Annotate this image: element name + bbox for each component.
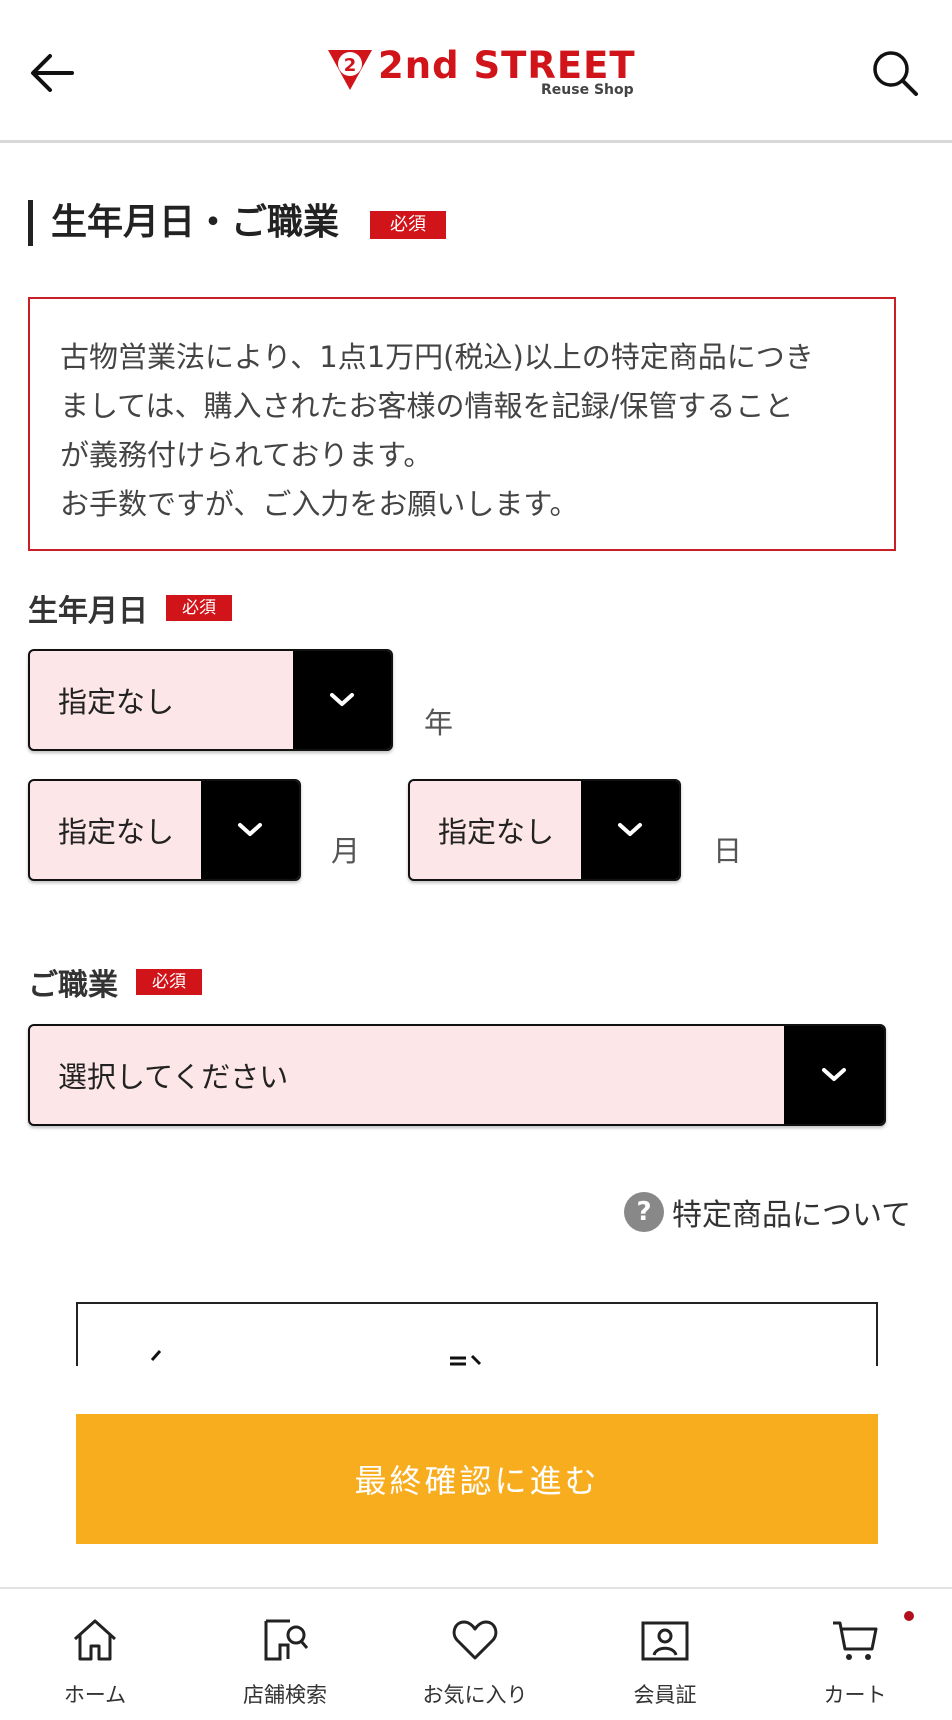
section-title-text: 生年月日・ご職業 xyxy=(51,202,340,243)
brand-logo[interactable]: 2 2nd STREET Reuse Shop xyxy=(326,44,635,104)
nav-item-cart[interactable]: カート xyxy=(760,1589,950,1720)
chevron-down-icon[interactable] xyxy=(293,651,391,749)
logo-subtext: Reuse Shop xyxy=(541,82,634,98)
svg-text:2: 2 xyxy=(344,55,357,76)
arrow-left-icon[interactable] xyxy=(28,48,78,98)
nav-label-home: ホーム xyxy=(63,1683,127,1707)
help-link-label: 特定商品について xyxy=(672,1198,912,1233)
bottom-navigation: ホーム 店舗検索 お気に入り 会員証 カート xyxy=(0,1587,952,1720)
notice-line: が義務付けられております。 xyxy=(60,438,433,472)
occupation-label-row: ご職業 必須 xyxy=(28,960,202,1004)
chevron-down-icon[interactable] xyxy=(784,1026,884,1124)
specific-products-help-link[interactable]: ? 特定商品について xyxy=(624,1190,911,1234)
birth-year-select[interactable]: 指定なし xyxy=(28,649,393,751)
nav-label-cart: カート xyxy=(823,1683,887,1707)
birth-year-value: 指定なし xyxy=(58,685,175,719)
cropped-glyphs xyxy=(150,1350,482,1366)
nav-label-store-search: 店舗検索 xyxy=(243,1683,327,1707)
occupation-select[interactable]: 選択してください xyxy=(28,1024,886,1126)
logo-text: 2nd STREET xyxy=(378,44,636,87)
month-unit: 月 xyxy=(331,834,361,868)
partial-content-box xyxy=(76,1302,878,1366)
birth-day-select[interactable]: 指定なし xyxy=(408,779,681,881)
heart-icon xyxy=(452,1620,498,1660)
store-search-icon xyxy=(264,1619,309,1661)
notice-line: お手数ですが、ご入力をお願いします。 xyxy=(60,487,579,521)
birth-day-value: 指定なし xyxy=(438,815,555,849)
day-unit: 日 xyxy=(713,834,743,868)
cart-icon xyxy=(833,1621,878,1660)
occupation-label: ご職業 xyxy=(28,968,118,1003)
logo-badge-icon: 2 xyxy=(328,50,372,90)
cart-notification-dot xyxy=(904,1611,914,1621)
notice-line: ましては、購入されたお客様の情報を記録/保管すること xyxy=(60,389,794,423)
nav-item-member-card[interactable]: 会員証 xyxy=(570,1589,760,1720)
birthday-label-row: 生年月日 必須 xyxy=(28,586,232,630)
required-badge: 必須 xyxy=(166,595,232,621)
birth-month-select[interactable]: 指定なし xyxy=(28,779,301,881)
required-badge: 必須 xyxy=(136,969,202,995)
nav-item-home[interactable]: ホーム xyxy=(0,1589,190,1720)
question-icon: ? xyxy=(624,1192,664,1232)
year-unit: 年 xyxy=(424,706,454,740)
page-title: 生年月日・ご職業 xyxy=(28,200,339,246)
home-icon xyxy=(73,1619,117,1661)
search-icon[interactable] xyxy=(870,48,920,98)
birthday-label: 生年月日 xyxy=(28,594,148,629)
nav-label-member-card: 会員証 xyxy=(633,1683,697,1707)
nav-item-store-search[interactable]: 店舗検索 xyxy=(190,1589,380,1720)
birth-month-value: 指定なし xyxy=(58,815,175,849)
proceed-to-final-confirmation-button[interactable]: 最終確認に進む xyxy=(76,1414,878,1544)
occupation-value: 選択してください xyxy=(58,1060,289,1094)
required-badge: 必須 xyxy=(370,211,446,239)
legal-notice-box: 古物営業法により、1点1万円(税込)以上の特定商品につき ましては、購入されたお… xyxy=(28,297,896,551)
notice-line: 古物営業法により、1点1万円(税込)以上の特定商品につき xyxy=(60,340,814,374)
chevron-down-icon[interactable] xyxy=(201,781,299,879)
nav-item-favorites[interactable]: お気に入り xyxy=(380,1589,570,1720)
member-card-icon xyxy=(641,1621,689,1661)
nav-label-favorites: お気に入り xyxy=(422,1683,528,1707)
chevron-down-icon[interactable] xyxy=(581,781,679,879)
